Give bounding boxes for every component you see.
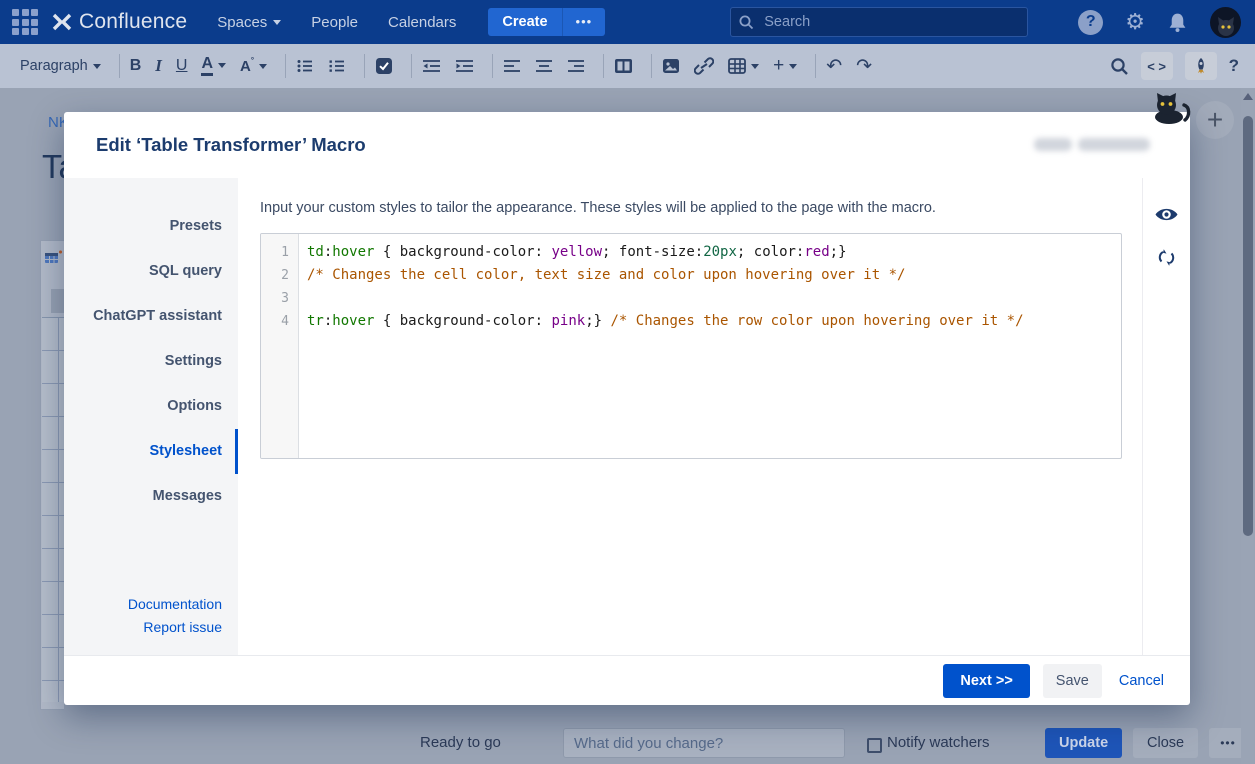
underline-button[interactable]: U: [176, 57, 188, 75]
stylesheet-panel: Input your custom styles to tailor the a…: [238, 178, 1142, 655]
help-icon[interactable]: ?: [1078, 9, 1104, 35]
scrollbar-thumb[interactable]: [1242, 116, 1253, 536]
edit-macro-dialog: Edit ‘Table Transformer’ Macro Presets S…: [64, 112, 1190, 705]
editor-help-button[interactable]: ?: [1229, 56, 1239, 76]
refresh-icon[interactable]: [1157, 248, 1176, 272]
cat-mascot-icon: [1148, 92, 1192, 129]
nav-people[interactable]: People: [311, 14, 358, 31]
update-button[interactable]: Update: [1045, 728, 1123, 758]
chevron-down-icon: [273, 19, 282, 25]
redo-button[interactable]: ↷: [856, 55, 872, 78]
create-more-button[interactable]: •••: [561, 8, 606, 36]
preview-eye-icon[interactable]: [1155, 206, 1178, 228]
confluence-logo-icon[interactable]: [52, 13, 72, 31]
nav-spaces[interactable]: Spaces: [217, 14, 282, 31]
save-button[interactable]: Save: [1042, 663, 1102, 698]
align-center-button[interactable]: [535, 57, 553, 75]
sidebar-item-options[interactable]: Options: [64, 384, 238, 429]
stylesheet-description: Input your custom styles to tailor the a…: [260, 200, 936, 216]
paragraph-style-dropdown[interactable]: Paragraph: [20, 58, 101, 74]
dialog-footer: Next >> Save Cancel: [64, 655, 1190, 705]
scrollbar-up-arrow[interactable]: [1242, 93, 1253, 100]
text-color-dropdown[interactable]: A: [201, 55, 227, 76]
table-transformer-macro-icon: [45, 250, 62, 263]
page-scrollbar[interactable]: [1241, 88, 1254, 764]
chevron-down-icon: [218, 63, 227, 69]
italic-button[interactable]: I: [155, 56, 162, 76]
align-left-button[interactable]: [503, 57, 521, 75]
sidebar-item-presets[interactable]: Presets: [64, 204, 238, 249]
bold-button[interactable]: B: [130, 57, 142, 75]
editor-toolbar: Paragraph B I U A A° + ↶ ↷ < > ?: [0, 44, 1255, 88]
status-text: Ready to go: [420, 734, 501, 751]
search-icon: [739, 15, 754, 29]
bullet-list-button[interactable]: [296, 57, 314, 75]
dialog-title: Edit ‘Table Transformer’ Macro: [96, 134, 366, 155]
change-comment-input[interactable]: [563, 728, 845, 758]
dialog-header: Edit ‘Table Transformer’ Macro: [64, 112, 1190, 178]
brand-name[interactable]: Confluence: [79, 10, 187, 34]
task-list-button[interactable]: [375, 57, 393, 75]
close-button[interactable]: Close: [1133, 728, 1199, 758]
notifications-bell-icon[interactable]: [1167, 12, 1188, 33]
dimmed-table-fragment: [42, 317, 64, 702]
code-gutter: 1234: [261, 234, 299, 458]
css-code-editor[interactable]: 1234 td:hover { background-color: yellow…: [260, 233, 1122, 459]
sidebar-item-settings[interactable]: Settings: [64, 339, 238, 384]
top-navigation: Confluence Spaces People Calendars Creat…: [0, 0, 1255, 44]
app-switcher-icon[interactable]: [12, 9, 38, 35]
macro-panel-edge: [40, 240, 64, 710]
sidebar-item-chatgpt-assistant[interactable]: ChatGPT assistant: [64, 294, 238, 339]
create-button[interactable]: Create: [488, 8, 562, 36]
insert-more-dropdown[interactable]: +: [773, 55, 798, 77]
notify-watchers-label: Notify watchers: [887, 734, 990, 751]
page-layout-button[interactable]: [614, 57, 633, 75]
gear-icon[interactable]: ⚙: [1125, 11, 1145, 33]
blurred-version-text: [1034, 138, 1150, 151]
sidebar-item-sql-query[interactable]: SQL query: [64, 249, 238, 294]
dimmed-toolbar-fragment: [51, 289, 64, 313]
insert-link-button[interactable]: [694, 57, 715, 75]
user-avatar[interactable]: [1210, 6, 1241, 38]
insert-table-dropdown[interactable]: [728, 57, 760, 75]
outdent-button[interactable]: [422, 57, 441, 75]
sidebar-item-stylesheet[interactable]: Stylesheet: [64, 429, 238, 474]
global-search[interactable]: [730, 7, 1029, 37]
align-right-button[interactable]: [567, 57, 585, 75]
indent-button[interactable]: [455, 57, 474, 75]
code-lines[interactable]: td:hover { background-color: yellow; fon…: [299, 234, 1024, 458]
numbered-list-button[interactable]: [328, 57, 346, 75]
more-text-styles-dropdown[interactable]: A°: [240, 56, 268, 75]
report-issue-link[interactable]: Report issue: [64, 616, 222, 639]
dialog-sidebar: Presets SQL query ChatGPT assistant Sett…: [64, 178, 238, 655]
find-replace-icon[interactable]: [1110, 57, 1129, 76]
dialog-side-actions: [1142, 178, 1190, 655]
undo-button[interactable]: ↶: [826, 55, 842, 78]
documentation-link[interactable]: Documentation: [64, 593, 222, 616]
chevron-down-icon: [789, 63, 798, 69]
chevron-down-icon: [259, 63, 268, 69]
nav-calendars[interactable]: Calendars: [388, 14, 456, 31]
insert-plus-button[interactable]: +: [1196, 101, 1234, 139]
notify-watchers-checkbox[interactable]: [867, 738, 882, 753]
chevron-down-icon: [92, 63, 101, 69]
chevron-down-icon: [751, 63, 760, 69]
next-button[interactable]: Next >>: [943, 663, 1030, 698]
search-input[interactable]: [762, 13, 987, 31]
source-editor-button[interactable]: < >: [1140, 52, 1173, 80]
insert-image-button[interactable]: [662, 57, 680, 75]
cancel-button[interactable]: Cancel: [1115, 664, 1168, 698]
rocket-addon-button[interactable]: [1184, 52, 1217, 80]
sidebar-item-messages[interactable]: Messages: [64, 474, 238, 519]
